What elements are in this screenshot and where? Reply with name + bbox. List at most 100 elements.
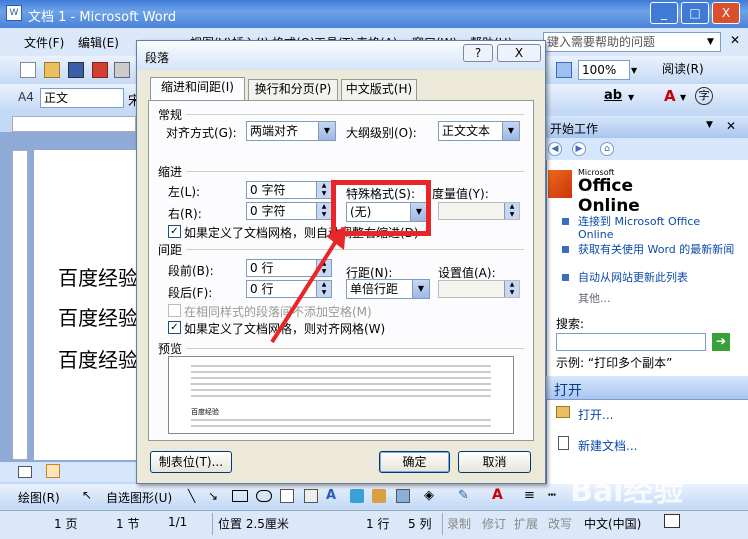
spin-down-icon[interactable]: ▼ — [504, 289, 519, 297]
left-indent-spinner[interactable]: 0 字符 ▲ ▼ — [246, 181, 332, 199]
chevron-down-icon[interactable]: ▼ — [318, 122, 335, 140]
zoom-combobox[interactable]: 100% — [578, 60, 630, 80]
group-divider — [186, 171, 524, 172]
menu-file[interactable]: 文件(F) — [24, 34, 64, 51]
document-line[interactable]: 百度经验 — [58, 344, 138, 373]
normal-view-icon[interactable] — [18, 466, 32, 478]
no-space-same-style-checkbox[interactable] — [168, 304, 181, 317]
pane-dropdown-icon[interactable]: ▼ — [706, 120, 713, 130]
page-view-icon[interactable] — [46, 464, 60, 478]
tab-line-page-breaks[interactable]: 换行和分页(P) — [248, 79, 338, 100]
font-color-draw-icon[interactable]: A — [492, 487, 503, 503]
fill-color-icon[interactable]: ◈ — [424, 488, 434, 503]
document-line[interactable]: 百度经验 — [58, 302, 138, 331]
vertical-ruler[interactable] — [12, 150, 28, 460]
pane-link-update[interactable]: 自动从网站更新此列表 — [578, 271, 738, 284]
horizontal-ruler[interactable] — [12, 116, 136, 132]
pane-link-other[interactable]: 其他... — [578, 290, 611, 306]
dialog-close-button[interactable]: X — [497, 44, 541, 62]
highlight-dropdown-icon[interactable]: ▼ — [628, 93, 634, 102]
pane-new-document-link[interactable]: 新建文档... — [578, 437, 637, 454]
spelling-status-icon[interactable] — [664, 514, 680, 528]
tab-indent-spacing[interactable]: 缩进和间距(I) — [150, 77, 245, 100]
spin-up-icon[interactable]: ▲ — [504, 203, 519, 211]
minimize-button[interactable]: _ — [650, 2, 678, 24]
dash-style-icon[interactable]: ┅ — [548, 488, 556, 503]
line-spacing-select[interactable]: 单倍行距 ▼ — [346, 279, 430, 299]
close-window-button[interactable]: X — [712, 2, 740, 24]
permission-icon[interactable] — [92, 62, 108, 78]
chevron-down-icon[interactable]: ▼ — [502, 122, 519, 140]
help-question-input[interactable]: 键入需要帮助的问题 — [543, 32, 721, 52]
line-color-icon[interactable]: ✎ — [458, 488, 469, 503]
measure-spinner[interactable]: ▲ ▼ — [438, 202, 520, 220]
tab-asian-typography[interactable]: 中文版式(H) — [341, 79, 417, 100]
print-icon[interactable] — [114, 62, 130, 78]
alignment-select[interactable]: 两端对齐 ▼ — [246, 121, 336, 141]
status-extend[interactable]: 扩展 — [514, 515, 538, 532]
read-mode-button[interactable]: 阅读(R) — [662, 60, 704, 77]
textbox-icon[interactable] — [280, 489, 294, 503]
picture-icon[interactable] — [396, 489, 410, 503]
at-spinner[interactable]: ▲ ▼ — [438, 280, 520, 298]
open-folder-icon[interactable] — [44, 62, 60, 78]
home-icon[interactable]: ⌂ — [600, 142, 614, 156]
rectangle-tool-icon[interactable] — [232, 490, 248, 502]
back-icon[interactable]: ◀ — [548, 142, 562, 156]
oval-tool-icon[interactable] — [256, 490, 272, 502]
search-go-icon[interactable]: ➔ — [712, 333, 730, 351]
maximize-button[interactable]: □ — [681, 2, 709, 24]
spin-down-icon[interactable]: ▼ — [316, 211, 331, 219]
auto-right-indent-checkbox[interactable]: ✓ — [168, 225, 181, 238]
spin-down-icon[interactable]: ▼ — [316, 190, 331, 198]
diagram-icon[interactable] — [350, 489, 364, 503]
clipart-icon[interactable] — [372, 489, 386, 503]
wordart-icon[interactable]: A — [326, 488, 336, 503]
styles-icon[interactable]: A4 — [18, 90, 34, 104]
save-icon[interactable] — [68, 62, 84, 78]
line-style-icon[interactable]: ≡ — [524, 488, 535, 503]
font-color-dropdown-icon[interactable]: ▼ — [680, 93, 686, 102]
spin-up-icon[interactable]: ▲ — [504, 281, 519, 289]
spin-up-icon[interactable]: ▲ — [316, 182, 331, 190]
status-overtype[interactable]: 改写 — [548, 515, 572, 532]
pane-link-connect[interactable]: 连接到 Microsoft Office Online — [578, 215, 738, 241]
pane-close-icon[interactable]: ✕ — [726, 119, 736, 133]
draw-menu[interactable]: 绘图(R) — [18, 489, 60, 506]
new-document-icon[interactable] — [20, 62, 36, 78]
pane-search-input[interactable] — [556, 333, 706, 351]
tabs-button[interactable]: 制表位(T)... — [150, 451, 232, 473]
document-line[interactable]: 百度经验 — [58, 262, 138, 291]
arrow-shaft — [270, 236, 340, 344]
spin-up-icon[interactable]: ▲ — [316, 203, 331, 211]
ok-button[interactable]: 确定 — [379, 451, 450, 473]
dialog-help-button[interactable]: ? — [463, 44, 493, 62]
style-combobox[interactable]: 正文 — [40, 88, 124, 108]
spin-down-icon[interactable]: ▼ — [504, 211, 519, 219]
enclose-char-icon[interactable]: 字 — [695, 87, 713, 105]
outline-level-select[interactable]: 正文文本 ▼ — [438, 121, 520, 141]
menu-edit[interactable]: 编辑(E) — [78, 34, 119, 51]
autoshape-menu[interactable]: 自选图形(U) — [106, 489, 172, 506]
font-effects-icon[interactable]: ab — [604, 88, 622, 103]
status-language[interactable]: 中文(中国) — [584, 515, 641, 532]
right-indent-spinner[interactable]: 0 字符 ▲ ▼ — [246, 202, 332, 220]
pane-open-link[interactable]: 打开... — [578, 406, 613, 423]
font-color-icon[interactable]: A — [664, 87, 676, 105]
zoom-dropdown-icon[interactable]: ▼ — [631, 66, 637, 75]
select-pointer-icon[interactable]: ↖ — [82, 488, 92, 502]
snap-to-grid-checkbox[interactable]: ✓ — [168, 321, 181, 334]
preview-line — [191, 383, 491, 385]
zoom-icon[interactable] — [556, 62, 572, 78]
status-revisions[interactable]: 修订 — [482, 515, 506, 532]
forward-icon[interactable]: ▶ — [572, 142, 586, 156]
pane-link-news[interactable]: 获取有关使用 Word 的最新新闻 — [578, 243, 738, 256]
vertical-textbox-icon[interactable] — [304, 489, 318, 503]
close-document-icon[interactable]: ✕ — [730, 33, 740, 47]
line-tool-icon[interactable]: ╲ — [188, 489, 195, 503]
cancel-button[interactable]: 取消 — [458, 451, 531, 473]
status-record[interactable]: 录制 — [447, 515, 471, 532]
chevron-down-icon[interactable]: ▼ — [412, 280, 429, 298]
help-dropdown-icon[interactable]: ▼ — [707, 37, 714, 47]
arrow-tool-icon[interactable]: ↘ — [208, 489, 218, 503]
